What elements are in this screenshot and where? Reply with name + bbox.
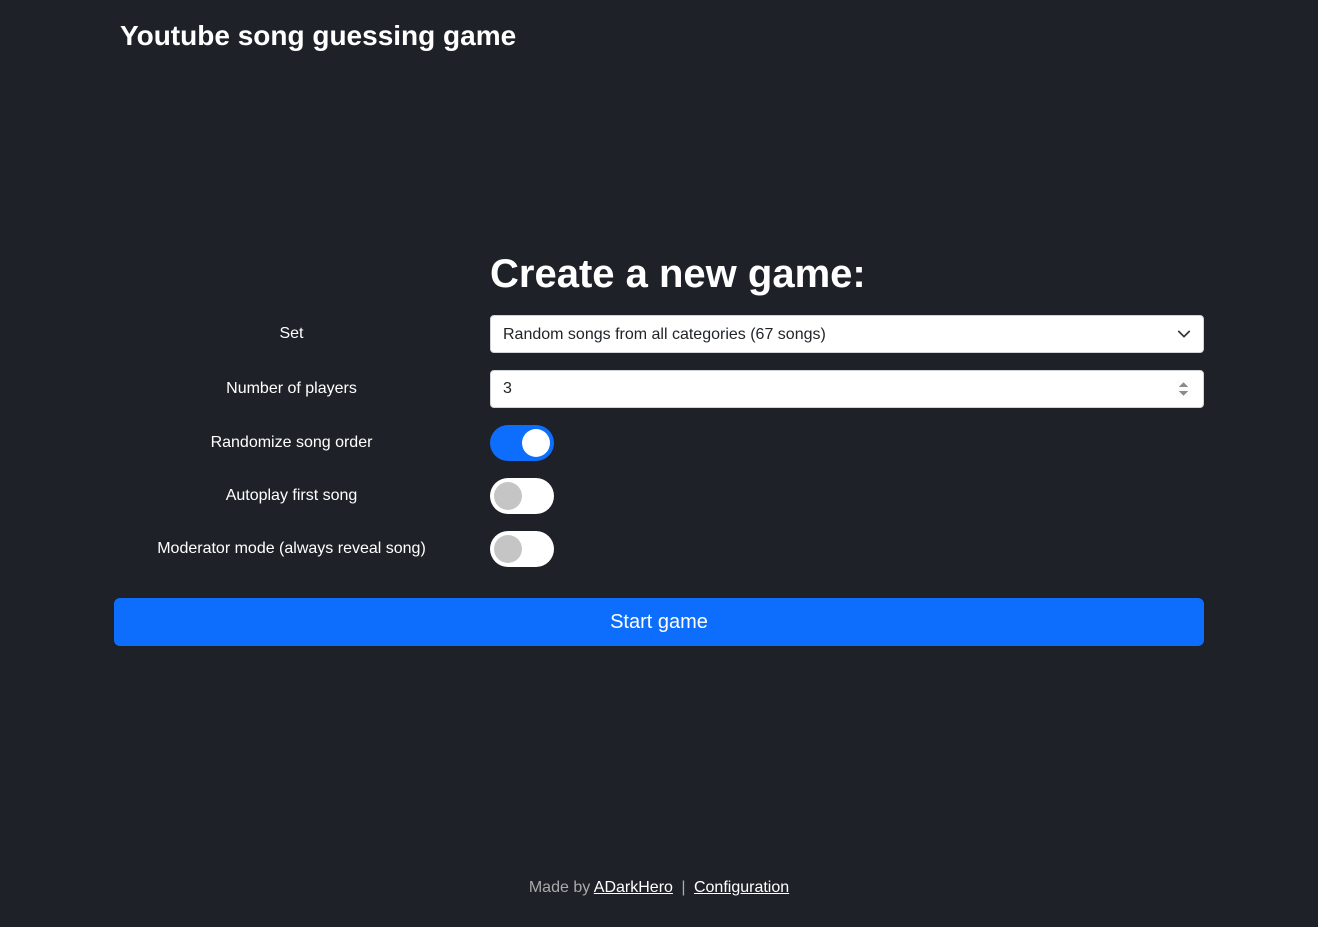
made-by-prefix: Made by <box>529 879 594 896</box>
set-row: Set Random songs from all categories (67… <box>114 315 1204 353</box>
toggle-slider-icon <box>490 531 554 567</box>
footer: Made by ADarkHero | Configuration <box>0 859 1318 927</box>
set-select[interactable]: Random songs from all categories (67 son… <box>490 315 1204 353</box>
randomize-row: Randomize song order <box>114 425 1204 461</box>
players-label: Number of players <box>114 380 479 398</box>
autoplay-toggle[interactable] <box>490 478 554 514</box>
randomize-label: Randomize song order <box>114 434 479 452</box>
create-game-form: Create a new game: Set Random songs from… <box>114 252 1204 646</box>
form-title: Create a new game: <box>114 252 1204 297</box>
configuration-link[interactable]: Configuration <box>694 879 789 896</box>
set-label: Set <box>114 325 479 343</box>
players-input[interactable] <box>490 370 1204 408</box>
moderator-toggle[interactable] <box>490 531 554 567</box>
players-row: Number of players <box>114 370 1204 408</box>
header: Youtube song guessing game <box>0 0 1318 52</box>
randomize-toggle[interactable] <box>490 425 554 461</box>
main-content: Create a new game: Set Random songs from… <box>0 52 1318 859</box>
author-link[interactable]: ADarkHero <box>594 879 673 896</box>
footer-separator: | <box>677 879 690 896</box>
autoplay-row: Autoplay first song <box>114 478 1204 514</box>
toggle-slider-icon <box>490 425 554 461</box>
autoplay-label: Autoplay first song <box>114 487 479 505</box>
toggle-slider-icon <box>490 478 554 514</box>
moderator-label: Moderator mode (always reveal song) <box>114 540 479 558</box>
moderator-row: Moderator mode (always reveal song) <box>114 531 1204 567</box>
start-game-button[interactable]: Start game <box>114 598 1204 646</box>
app-title: Youtube song guessing game <box>120 20 1318 52</box>
